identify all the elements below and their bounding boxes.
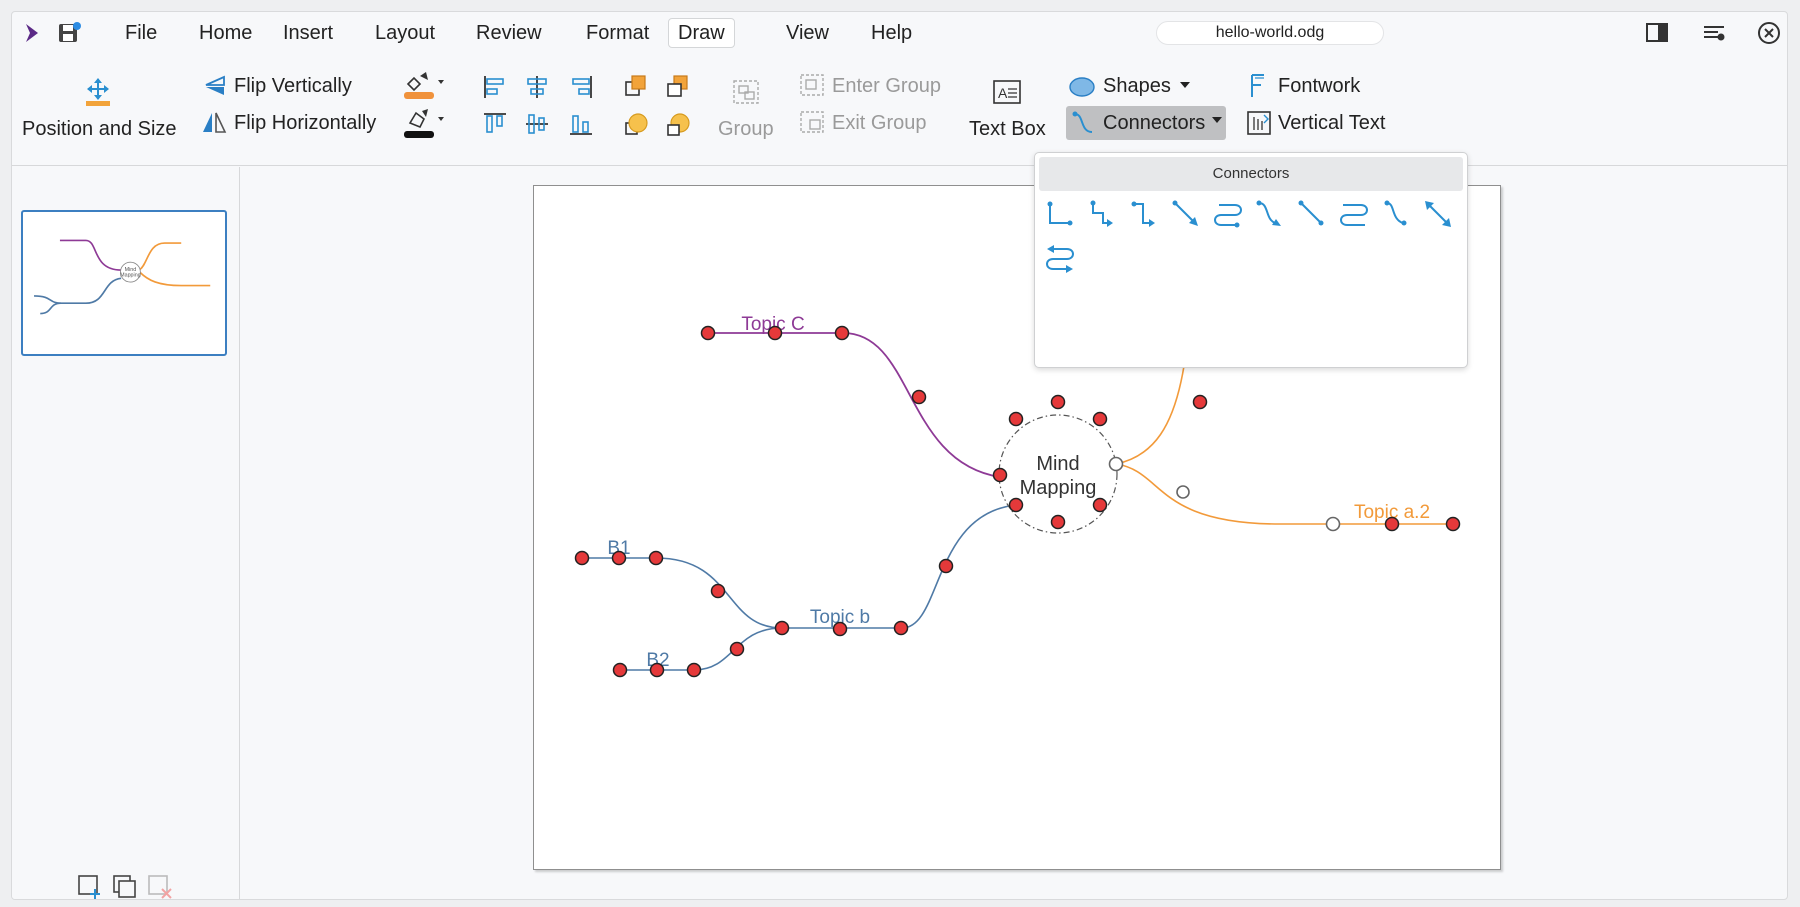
connector-line-circle-end-icon[interactable] — [1377, 195, 1415, 233]
close-icon[interactable] — [1756, 20, 1782, 46]
align-top-icon[interactable] — [482, 111, 508, 137]
group-icon — [733, 80, 759, 104]
ribbon-toolbar: Position and Size Flip Vertically Flip H… — [12, 54, 1787, 166]
enter-group-button[interactable]: Enter Group — [832, 75, 941, 98]
slide-thumbnail[interactable]: Mind Mapping — [21, 210, 227, 356]
connectors-button[interactable]: Connectors — [1103, 112, 1205, 135]
connector-b2[interactable] — [620, 627, 783, 671]
delete-slide-icon[interactable] — [146, 873, 174, 900]
center-node-label-line2: Mapping — [1020, 477, 1097, 499]
connectors-dropdown-icon[interactable] — [1211, 115, 1223, 125]
slide-panel: Mind Mapping — [12, 167, 240, 900]
align-left-icon[interactable] — [482, 74, 508, 100]
connector-curved-icon[interactable] — [1209, 195, 1247, 233]
slide-thumbnail-preview: Mind Mapping — [34, 239, 211, 315]
align-bottom-icon[interactable] — [568, 111, 594, 137]
shapes-button[interactable]: Shapes — [1103, 75, 1171, 98]
group-button[interactable]: Group — [718, 118, 774, 141]
connector-b1[interactable] — [582, 557, 783, 629]
connector-standard-arrow-end-icon[interactable] — [1125, 195, 1163, 233]
fontwork-icon — [1251, 74, 1264, 97]
connector-topic-a1[interactable] — [1115, 355, 1193, 465]
duplicate-slide-icon[interactable] — [111, 873, 139, 900]
enter-group-icon — [800, 74, 824, 96]
connectors-icon — [1072, 111, 1093, 133]
flip-vertically-button[interactable]: Flip Vertically — [234, 75, 352, 98]
menubar: File Home Insert Layout Review Format Dr… — [12, 12, 1787, 52]
position-size-button[interactable]: Position and Size — [22, 118, 177, 141]
flip-horizontally-button[interactable]: Flip Horizontally — [234, 112, 376, 135]
send-backward-icon[interactable] — [664, 72, 692, 100]
position-size-icon[interactable] — [82, 76, 114, 108]
save-icon[interactable] — [56, 20, 82, 46]
center-node-label-line1: Mind — [1036, 453, 1079, 475]
exit-group-button[interactable]: Exit Group — [832, 112, 926, 135]
menu-help[interactable]: Help — [862, 18, 921, 48]
menu-view[interactable]: View — [777, 18, 838, 48]
connector-line-arrows-icon[interactable] — [1167, 195, 1205, 233]
exit-group-icon — [800, 111, 824, 133]
text-box-icon: A — [993, 80, 1021, 104]
menu-options-icon[interactable] — [1701, 20, 1727, 46]
menu-layout[interactable]: Layout — [366, 18, 444, 48]
shapes-icon — [1069, 77, 1095, 97]
bring-to-front-icon[interactable] — [622, 111, 650, 139]
align-middle-icon[interactable] — [524, 111, 550, 137]
send-to-back-icon[interactable] — [664, 111, 692, 139]
sidebar-toggle-icon[interactable] — [1644, 20, 1670, 46]
menu-file[interactable]: File — [116, 18, 166, 48]
align-center-icon[interactable] — [524, 74, 550, 100]
menu-insert[interactable]: Insert — [274, 18, 342, 48]
flip-vertically-icon — [205, 75, 225, 95]
menu-home[interactable]: Home — [190, 18, 261, 48]
svg-text:Mind: Mind — [125, 267, 137, 273]
svg-text:A: A — [998, 85, 1008, 101]
vertical-text-button[interactable]: Vertical Text — [1278, 112, 1385, 135]
menu-draw[interactable]: Draw — [668, 18, 735, 48]
new-slide-icon[interactable] — [76, 873, 104, 900]
connector-line-icon[interactable] — [1293, 195, 1331, 233]
menu-review[interactable]: Review — [467, 18, 551, 48]
selection-handles[interactable] — [574, 325, 1461, 678]
connectors-popup-title: Connectors — [1039, 157, 1463, 191]
connector-curved-arrows-icon[interactable] — [1041, 239, 1079, 277]
shapes-dropdown-icon[interactable] — [1179, 80, 1191, 90]
connector-curved-arrow-end-icon[interactable] — [1251, 195, 1289, 233]
flip-horizontally-icon — [203, 112, 227, 133]
line-color-icon[interactable] — [402, 107, 446, 139]
vertical-text-icon — [1247, 111, 1271, 135]
app-logo-icon[interactable] — [22, 21, 44, 45]
connector-standard-icon[interactable] — [1041, 195, 1079, 233]
align-right-icon[interactable] — [568, 74, 594, 100]
connectors-popup: Connectors — [1034, 152, 1468, 368]
document-name-field[interactable]: hello-world.odg — [1156, 21, 1384, 45]
connector-topic-c[interactable] — [708, 332, 1001, 478]
fill-color-icon[interactable] — [402, 70, 446, 100]
text-box-button[interactable]: Text Box — [969, 118, 1046, 141]
connector-standard-arrow-start-icon[interactable] — [1083, 195, 1121, 233]
connector-curved-double-icon[interactable] — [1335, 195, 1373, 233]
bring-forward-icon[interactable] — [622, 72, 650, 100]
app-window: File Home Insert Layout Review Format Dr… — [11, 11, 1788, 900]
fontwork-button[interactable]: Fontwork — [1278, 75, 1360, 98]
menu-format[interactable]: Format — [577, 18, 658, 48]
svg-text:Mapping: Mapping — [120, 273, 141, 279]
connector-straight-arrows-icon[interactable] — [1419, 195, 1457, 233]
